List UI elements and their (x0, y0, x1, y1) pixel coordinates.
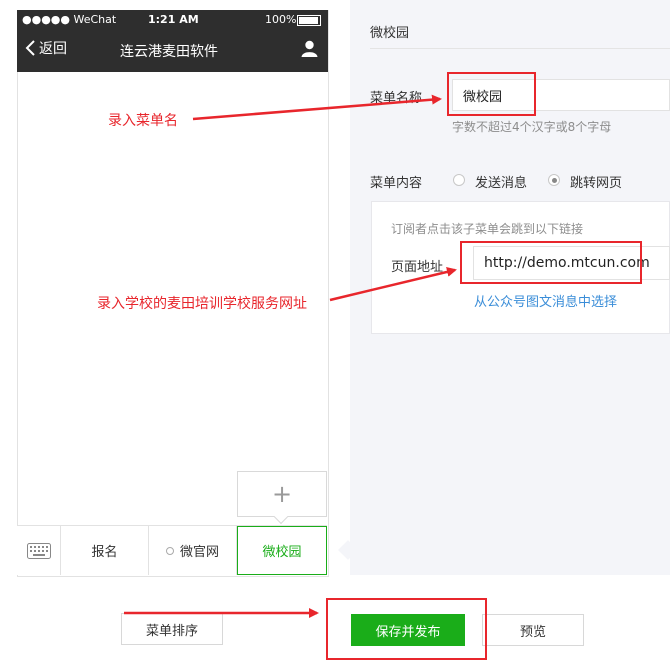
arrow-to-menu-name (192, 94, 442, 121)
annotation-arrows (124, 94, 457, 618)
arrow-to-page-url (329, 267, 457, 302)
